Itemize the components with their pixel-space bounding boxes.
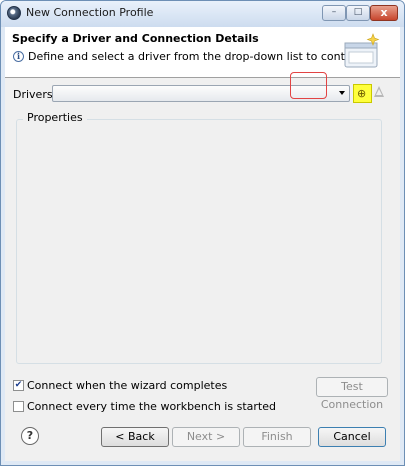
wizard-header: Specify a Driver and Connection Details … (5, 27, 400, 78)
next-button[interactable]: Next > (172, 427, 240, 447)
new-driver-button[interactable]: ⊕ (353, 84, 372, 103)
cancel-button[interactable]: Cancel (318, 427, 386, 447)
close-button[interactable]: x (370, 5, 398, 21)
dialog-client-area: Specify a Driver and Connection Details … (5, 27, 400, 461)
maximize-button[interactable]: □ (346, 5, 370, 21)
connect-on-startup-label: Connect every time the workbench is star… (27, 400, 276, 413)
back-button[interactable]: < Back (101, 427, 169, 447)
drivers-row: Drivers: ⊕ (5, 72, 400, 106)
new-connection-profile-window: New Connection Profile – □ x Specify a D… (0, 0, 405, 466)
wizard-banner-icon (344, 33, 380, 68)
edit-driver-icon[interactable] (374, 86, 384, 97)
test-connection-button[interactable]: Test Connection (316, 377, 388, 411)
eclipse-app-icon (7, 6, 21, 20)
title-bar[interactable]: New Connection Profile – □ x (1, 1, 404, 27)
new-driver-icon: ⊕ (357, 87, 367, 100)
finish-button[interactable]: Finish (243, 427, 311, 447)
page-title: Specify a Driver and Connection Details (12, 32, 259, 45)
minimize-button[interactable]: – (322, 5, 346, 21)
connect-on-startup-checkbox[interactable] (13, 401, 24, 412)
chevron-down-icon (339, 91, 345, 95)
info-icon: i (13, 51, 24, 62)
properties-label: Properties (23, 111, 87, 124)
connect-on-complete-checkbox[interactable]: ✔ (13, 380, 24, 391)
window-title: New Connection Profile (26, 6, 154, 19)
help-button[interactable]: ? (21, 427, 39, 445)
annotation-red-outline (290, 72, 327, 99)
drivers-label: Drivers: (13, 88, 57, 101)
properties-group (16, 119, 382, 364)
header-message: Define and select a driver from the drop… (28, 50, 373, 63)
connect-on-complete-label: Connect when the wizard completes (27, 379, 228, 392)
